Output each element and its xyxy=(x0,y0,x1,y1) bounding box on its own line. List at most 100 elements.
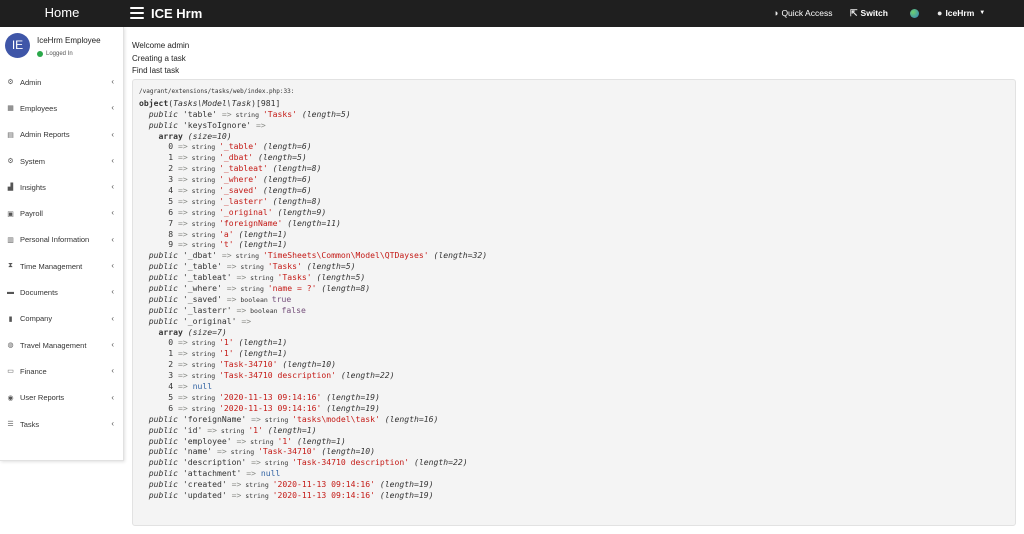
language-selector[interactable] xyxy=(910,0,919,27)
sidebar-item-admin-reports[interactable]: ▤ Admin Reports ‹ xyxy=(0,122,124,148)
sidebar-item-label: System xyxy=(20,156,46,166)
sidebar-item-finance[interactable]: ▭ Finance ‹ xyxy=(0,358,124,384)
sidebar-item-travel-management[interactable]: ◍ Travel Management ‹ xyxy=(0,332,124,358)
dump-token: public xyxy=(148,446,178,457)
dump-token: string xyxy=(187,404,220,413)
sidebar-item-personal-information[interactable]: ▥ Personal Information ‹ xyxy=(0,227,124,253)
dump-token: 'Task-34710' xyxy=(258,446,317,457)
dump-token: => xyxy=(221,250,232,261)
dump-token: => xyxy=(177,174,188,185)
dump-token: (length=19) xyxy=(321,391,380,402)
dump-token xyxy=(139,109,149,119)
quick-access-label: Quick Access xyxy=(781,8,833,18)
quick-access-button[interactable]: ◑ Quick Access xyxy=(773,0,832,27)
dump-token: => xyxy=(177,359,188,370)
dump-token: public xyxy=(148,119,178,130)
user-menu[interactable]: ● IceHrm ▼ xyxy=(937,0,985,27)
dump-token: string xyxy=(260,415,293,424)
dump-token: (length=1) xyxy=(233,348,288,359)
dump-token xyxy=(139,261,149,271)
chevron-left-icon: ‹ xyxy=(111,77,114,86)
sidebar-item-label: Company xyxy=(20,314,53,324)
sidebar-item-documents[interactable]: ▬ Documents ‹ xyxy=(0,279,124,305)
dump-token: string xyxy=(187,350,220,359)
dump-line: 6 => string '_original' (length=9) xyxy=(139,207,1009,218)
sidebar-item-time-management[interactable]: ⧗ Time Management ‹ xyxy=(0,253,124,279)
dump-line: 1 => string '1' (length=1) xyxy=(139,348,1009,359)
dump-token: string xyxy=(231,252,263,261)
dump-token: 'Tasks' xyxy=(262,108,298,119)
dump-token: 1 xyxy=(139,348,178,359)
dump-token: 2 xyxy=(139,359,178,370)
dump-token: 'name = ?' xyxy=(267,283,317,294)
dump-token: (length=8) xyxy=(316,283,371,294)
chevron-left-icon: ‹ xyxy=(111,418,114,428)
dump-token xyxy=(139,436,149,446)
dump-token: string xyxy=(241,491,273,500)
user-status: Logged In xyxy=(37,51,73,57)
sidebar-item-insights[interactable]: ▟ Insights ‹ xyxy=(0,174,124,200)
globe-icon xyxy=(910,9,919,18)
dump-token: 'Task-34710 description' xyxy=(219,370,336,381)
dump-line: 8 => string 'a' (length=1) xyxy=(139,229,1009,240)
dump-token: '_lasterr' xyxy=(219,195,268,206)
dump-token: '_original' xyxy=(178,315,242,326)
dump-token: string xyxy=(187,372,220,381)
sidebar-item-payroll[interactable]: ▣ Payroll ‹ xyxy=(0,200,124,226)
dump-token: '_tableat' xyxy=(178,272,237,283)
dump-token xyxy=(139,294,149,304)
dump-token: public xyxy=(148,293,178,304)
sidebar-item-employees[interactable]: ▦ Employees ‹ xyxy=(0,95,124,121)
dump-token: public xyxy=(148,479,178,490)
dump-token: 'Tasks' xyxy=(267,261,302,272)
chevron-down-icon: ▼ xyxy=(979,10,986,16)
dump-token xyxy=(139,457,149,467)
dump-token: '_dbat' xyxy=(178,250,222,261)
dump-token: 'attachment' xyxy=(178,468,247,479)
sidebar: IE IceHrm Employee Logged In ⚙ Admin ‹ ▦ Emp… xyxy=(0,27,124,461)
dump-token: (length=19) xyxy=(375,489,434,500)
dump-token xyxy=(139,414,149,424)
sidebar-item-label: Time Management xyxy=(20,261,83,271)
dump-token: => xyxy=(246,468,256,479)
dump-token: public xyxy=(148,108,178,119)
grid-icon: ▦ xyxy=(7,105,14,113)
sidebar-item-company[interactable]: ▮ Company ‹ xyxy=(0,306,124,332)
dump-token: '_saved' xyxy=(178,293,227,304)
dump-token: 4 xyxy=(139,381,178,392)
user-name: IceHrm Employee xyxy=(37,36,101,45)
globe-icon: ◍ xyxy=(7,342,14,350)
dump-token: '_dbat' xyxy=(219,152,254,163)
dump-line: public 'updated' => string '2020-11-13 0… xyxy=(139,490,1009,501)
dump-token: '2020-11-13 09:14:16' xyxy=(272,489,376,500)
dump-token: )[981] xyxy=(251,97,281,108)
hamburger-menu-icon[interactable] xyxy=(130,7,144,19)
top-navbar: Home ICE Hrm ◑ Quick Access ⇱ Switch ● I… xyxy=(0,0,1024,27)
dump-line: 2 => string '_tableat' (length=8) xyxy=(139,163,1009,174)
sidebar-item-system[interactable]: ⚙ System ‹ xyxy=(0,148,124,174)
sidebar-item-label: Employees xyxy=(20,103,58,113)
dump-line: 9 => string 't' (length=1) xyxy=(139,239,1009,250)
chevron-left-icon: ‹ xyxy=(111,366,114,376)
dump-token: => xyxy=(177,348,188,359)
dump-token xyxy=(139,316,149,326)
dump-line: 3 => string '_where' (length=6) xyxy=(139,174,1009,185)
sidebar-item-tasks[interactable]: ☰ Tasks ‹ xyxy=(0,411,124,437)
dump-line: public '_table' => string 'Tasks' (lengt… xyxy=(139,261,1009,272)
home-link[interactable]: Home xyxy=(0,0,124,27)
dump-token: => xyxy=(177,239,188,250)
gauge-icon: ◑ xyxy=(773,8,779,18)
dump-token: => xyxy=(177,141,188,152)
dump-token: public xyxy=(148,435,178,446)
sidebar-item-admin[interactable]: ⚙ Admin ‹ xyxy=(0,69,124,95)
dump-token: => xyxy=(236,435,247,446)
dump-token: 'Tasks' xyxy=(277,272,312,283)
sidebar-item-label: Personal Information xyxy=(20,235,90,245)
dump-token xyxy=(139,305,149,315)
dump-token: public xyxy=(148,272,178,283)
dump-line: array (size=7) xyxy=(139,327,1009,338)
dump-token: => xyxy=(177,195,188,206)
dump-token: public xyxy=(148,250,178,261)
sidebar-item-user-reports[interactable]: ◉ User Reports ‹ xyxy=(0,385,124,411)
switch-button[interactable]: ⇱ Switch xyxy=(850,0,888,27)
